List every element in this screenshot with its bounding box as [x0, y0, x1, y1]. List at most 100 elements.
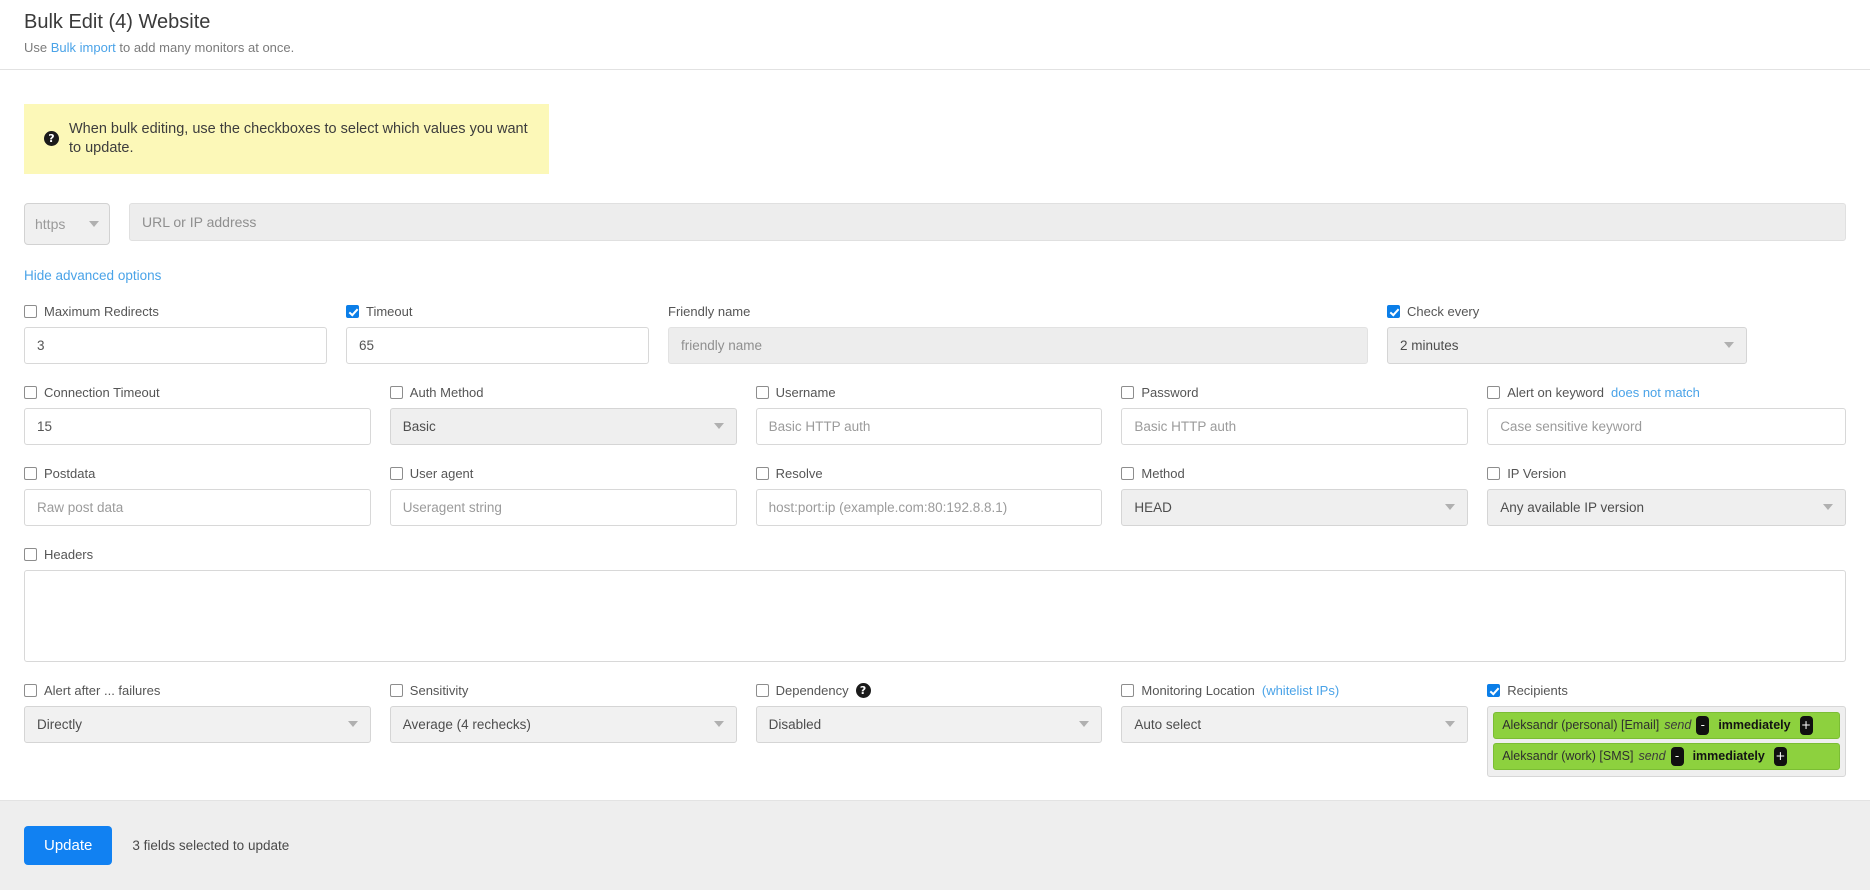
maximum-redirects-checkbox[interactable] [24, 305, 37, 319]
postdata-checkbox[interactable] [24, 467, 37, 481]
question-circle-icon[interactable]: ? [855, 683, 871, 699]
resolve-input[interactable]: host:port:ip (example.com:80:192.8.8.1) [755, 488, 1103, 526]
alert-on-keyword-label: Alert on keyword does not match [1487, 385, 1846, 401]
field-maximum-redirects: Maximum Redirects 3 [24, 304, 346, 364]
field-value: Auto select [1134, 716, 1202, 732]
label-text: Dependency [775, 683, 849, 699]
increase-timing-button[interactable]: + [1799, 715, 1813, 735]
recipients-checkbox[interactable] [1487, 684, 1501, 698]
chevron-down-icon [89, 220, 99, 227]
field-value: 3 [37, 337, 45, 353]
method-select[interactable]: HEAD [1121, 488, 1469, 526]
monitoring-location-checkbox[interactable] [1121, 684, 1135, 698]
chevron-down-icon [713, 721, 724, 728]
whitelist-ips-link[interactable]: (whitelist IPs) [1262, 683, 1339, 698]
url-input[interactable]: URL or IP address [129, 202, 1846, 241]
postdata-input[interactable]: Raw post data [24, 488, 371, 526]
field-timeout: Timeout 65 [346, 304, 668, 364]
form-body: ? When bulk editing, use the checkboxes … [0, 104, 1870, 777]
label-text: User agent [409, 466, 474, 482]
auth-method-checkbox[interactable] [389, 386, 403, 400]
method-label: Method [1121, 466, 1468, 482]
field-value: Basic [402, 418, 436, 434]
user-agent-checkbox[interactable] [389, 467, 403, 481]
label-text: Recipients [1507, 683, 1568, 699]
user-agent-input[interactable]: Useragent string [389, 488, 737, 526]
form-row-3: Postdata Raw post data User agent Userag… [24, 466, 1846, 526]
monitoring-location-select[interactable]: Auto select [1121, 705, 1469, 743]
alert-after-failures-checkbox[interactable] [24, 684, 37, 698]
field-alert-on-keyword: Alert on keyword does not match Case sen… [1487, 385, 1846, 445]
username-label: Username [755, 385, 1103, 401]
recipient-tag[interactable]: Aleksandr (work) [SMS] send - immediatel… [1493, 742, 1840, 770]
field-connection-timeout: Connection Timeout 15 [24, 385, 390, 445]
label-text: Method [1141, 466, 1185, 482]
maximum-redirects-input[interactable]: 3 [24, 326, 327, 364]
connection-timeout-input[interactable]: 15 [24, 407, 371, 445]
form-row-1: Maximum Redirects 3 Timeout 65 Friendly … [24, 304, 1846, 364]
recipient-name: Aleksandr (personal) [Email] [1502, 718, 1660, 733]
alert-on-keyword-checkbox[interactable] [1487, 386, 1501, 400]
resolve-label: Resolve [755, 466, 1103, 482]
timeout-input[interactable]: 65 [346, 326, 649, 364]
field-user-agent: User agent Useragent string [389, 466, 756, 526]
decrease-timing-button[interactable]: - [1670, 746, 1684, 766]
chevron-down-icon [347, 721, 358, 728]
label-text: IP Version [1507, 466, 1567, 482]
increase-timing-button[interactable]: + [1773, 746, 1787, 766]
alert-on-keyword-input[interactable]: Case sensitive keyword [1487, 407, 1846, 445]
protocol-select[interactable]: https [24, 202, 110, 245]
dependency-checkbox[interactable] [755, 684, 769, 698]
recipient-tag[interactable]: Aleksandr (personal) [Email] send - imme… [1493, 711, 1840, 739]
label-text: Friendly name [668, 304, 751, 320]
auth-method-select[interactable]: Basic [389, 407, 737, 445]
sensitivity-select[interactable]: Average (4 rechecks) [389, 705, 737, 743]
resolve-checkbox[interactable] [755, 467, 769, 481]
ip-version-label: IP Version [1487, 466, 1846, 482]
username-checkbox[interactable] [755, 386, 769, 400]
field-value: Directly [37, 716, 83, 732]
ip-version-select[interactable]: Any available IP version [1487, 488, 1846, 526]
label-text: Headers [44, 547, 94, 563]
update-button[interactable]: Update [24, 826, 113, 865]
field-value: Average (4 rechecks) [402, 716, 531, 732]
field-ip-version: IP Version Any available IP version [1487, 466, 1846, 526]
field-monitoring-location: Monitoring Location (whitelist IPs) Auto… [1121, 683, 1487, 777]
connection-timeout-checkbox[interactable] [24, 386, 37, 400]
recipient-send-label: send [1664, 718, 1692, 733]
headers-checkbox[interactable] [24, 548, 37, 562]
alert-after-failures-select[interactable]: Directly [24, 705, 371, 743]
friendly-name-input[interactable]: friendly name [668, 326, 1368, 364]
recipient-name: Aleksandr (work) [SMS] [1502, 749, 1634, 764]
check-every-select[interactable]: 2 minutes [1387, 326, 1747, 364]
timeout-checkbox[interactable] [346, 305, 359, 319]
chevron-down-icon [713, 423, 724, 430]
check-every-checkbox[interactable] [1387, 305, 1400, 319]
username-input[interactable]: Basic HTTP auth [755, 407, 1103, 445]
method-checkbox[interactable] [1121, 467, 1135, 481]
chevron-down-icon [1445, 504, 1456, 511]
bulk-import-link[interactable]: Bulk import [51, 40, 116, 55]
label-text: Timeout [366, 304, 413, 320]
hide-advanced-options-link[interactable]: Hide advanced options [24, 268, 161, 283]
ip-version-checkbox[interactable] [1487, 467, 1501, 481]
field-headers: Headers [24, 547, 1846, 662]
password-input[interactable]: Basic HTTP auth [1121, 407, 1469, 445]
chevron-down-icon [1445, 721, 1456, 728]
field-value: 15 [37, 418, 53, 434]
question-circle-icon: ? [44, 131, 59, 147]
decrease-timing-button[interactable]: - [1696, 715, 1710, 735]
does-not-match-link[interactable]: does not match [1611, 385, 1700, 400]
label-text: Password [1141, 385, 1199, 401]
password-checkbox[interactable] [1121, 386, 1135, 400]
label-text: Maximum Redirects [44, 304, 159, 320]
dependency-select[interactable]: Disabled [755, 705, 1103, 743]
sensitivity-checkbox[interactable] [389, 684, 403, 698]
field-value: 2 minutes [1400, 337, 1459, 353]
chevron-down-icon [1079, 721, 1090, 728]
field-placeholder: Case sensitive keyword [1500, 418, 1642, 434]
password-label: Password [1121, 385, 1468, 401]
headers-textarea[interactable] [24, 569, 1846, 662]
field-recipients: Recipients Aleksandr (personal) [Email] … [1487, 683, 1846, 777]
form-row-4: Alert after ... failures Directly Sensit… [24, 683, 1846, 777]
